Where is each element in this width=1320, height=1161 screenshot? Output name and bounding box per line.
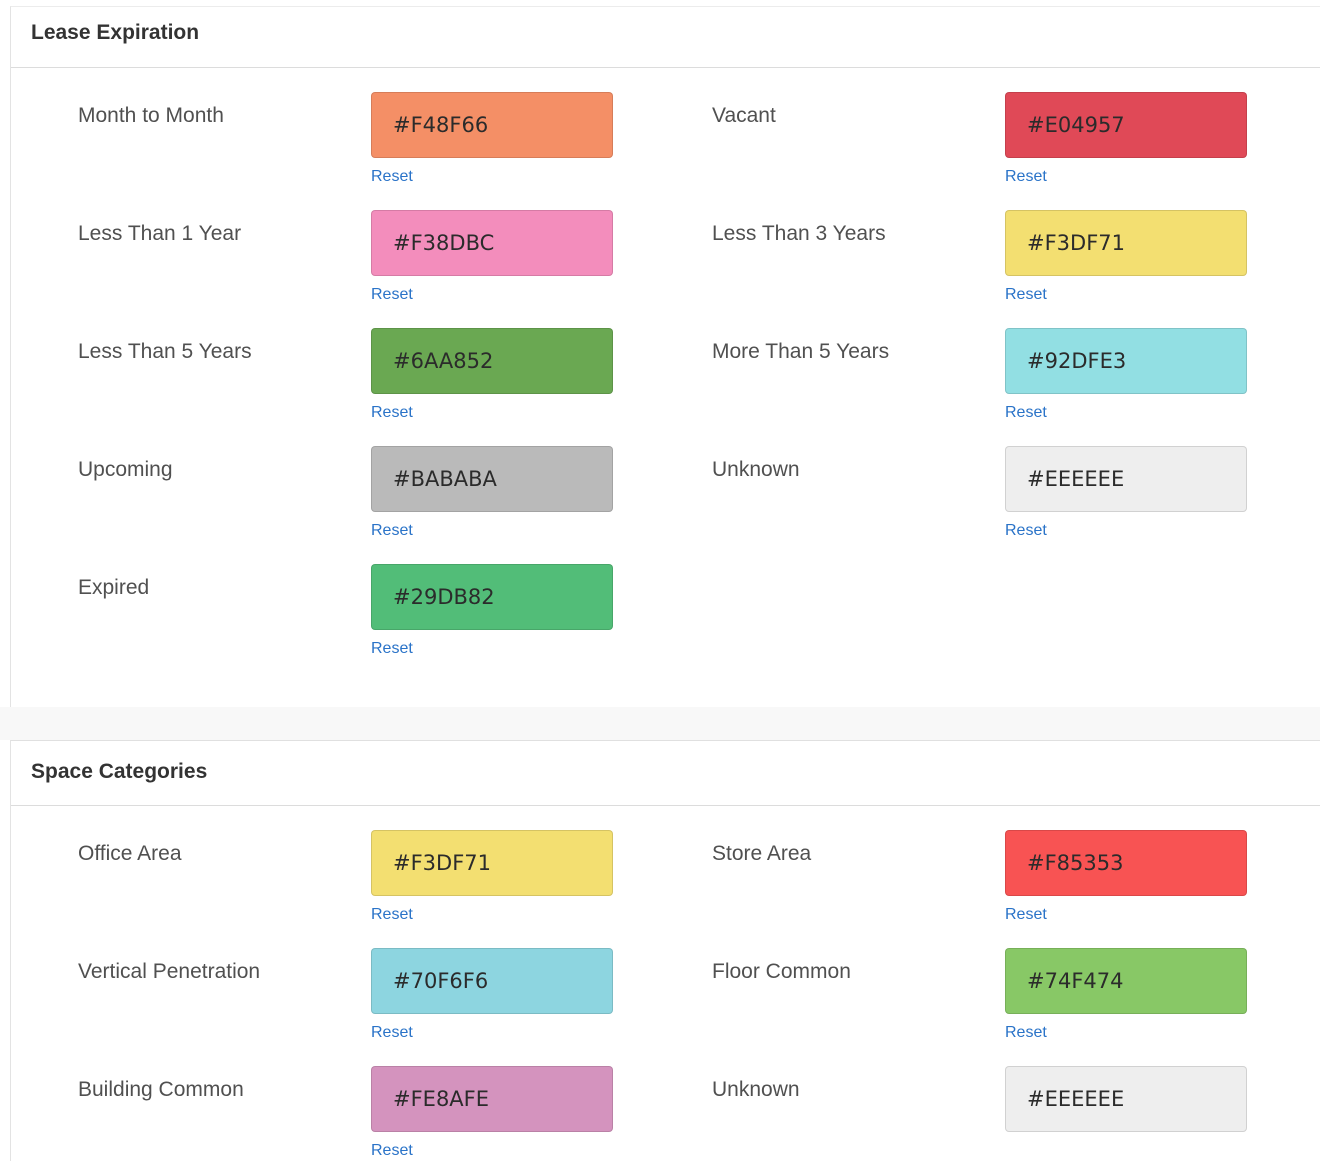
space-building-common-reset-link[interactable]: Reset — [371, 1142, 413, 1160]
space-floor-common-label: Floor Common — [712, 960, 851, 983]
lease-upcoming-reset-link[interactable]: Reset — [371, 522, 413, 540]
lease-expired-reset-link[interactable]: Reset — [371, 640, 413, 658]
space-building-common-color-input[interactable]: #FE8AFE — [371, 1066, 613, 1132]
lease-less-than-5-years-color-input[interactable]: #6AA852 — [371, 328, 613, 394]
lease-less-than-3-years-label: Less Than 3 Years — [712, 222, 886, 245]
space-office-area-color-input[interactable]: #F3DF71 — [371, 830, 613, 896]
lease-less-than-3-years-color-input[interactable]: #F3DF71 — [1005, 210, 1247, 276]
lease-vacant-label: Vacant — [712, 104, 776, 127]
space-building-common-label: Building Common — [78, 1078, 244, 1101]
space-floor-common-reset-link[interactable]: Reset — [1005, 1024, 1047, 1042]
lease-expired-label: Expired — [78, 576, 150, 599]
lease-unknown-label: Unknown — [712, 458, 800, 481]
lease-expired-color-input[interactable]: #29DB82 — [371, 564, 613, 630]
lease-expiration-title: Lease Expiration — [31, 21, 200, 44]
lease-vacant-color-input[interactable]: #E04957 — [1005, 92, 1247, 158]
space-vertical-penetration-label: Vertical Penetration — [78, 960, 261, 983]
space-store-area-label: Store Area — [712, 842, 812, 865]
section-divider — [0, 707, 1320, 740]
lease-less-than-1-year-reset-link[interactable]: Reset — [371, 286, 413, 304]
space-vertical-penetration-color-input[interactable]: #70F6F6 — [371, 948, 613, 1014]
space-categories-title: Space Categories — [31, 760, 208, 783]
space-office-area-label: Office Area — [78, 842, 182, 865]
lease-more-than-5-years-color-input[interactable]: #92DFE3 — [1005, 328, 1247, 394]
lease-upcoming-color-input[interactable]: #BABABA — [371, 446, 613, 512]
space-unknown-label: Unknown — [712, 1078, 800, 1101]
lease-month-to-month-reset-link[interactable]: Reset — [371, 168, 413, 186]
lease-expiration-header: Lease Expiration — [11, 7, 1320, 68]
lease-less-than-1-year-label: Less Than 1 Year — [78, 222, 242, 245]
space-unknown-color-input[interactable]: #EEEEEE — [1005, 1066, 1247, 1132]
lease-less-than-1-year-color-input[interactable]: #F38DBC — [371, 210, 613, 276]
lease-upcoming-label: Upcoming — [78, 458, 173, 481]
lease-month-to-month-label: Month to Month — [78, 104, 224, 127]
lease-vacant-reset-link[interactable]: Reset — [1005, 168, 1047, 186]
space-floor-common-color-input[interactable]: #74F474 — [1005, 948, 1247, 1014]
lease-unknown-reset-link[interactable]: Reset — [1005, 522, 1047, 540]
lease-more-than-5-years-label: More Than 5 Years — [712, 340, 890, 363]
space-office-area-reset-link[interactable]: Reset — [371, 906, 413, 924]
lease-month-to-month-color-input[interactable]: #F48F66 — [371, 92, 613, 158]
lease-more-than-5-years-reset-link[interactable]: Reset — [1005, 404, 1047, 422]
space-categories-header: Space Categories — [11, 741, 1320, 806]
lease-less-than-5-years-label: Less Than 5 Years — [78, 340, 252, 363]
lease-less-than-3-years-reset-link[interactable]: Reset — [1005, 286, 1047, 304]
space-store-area-color-input[interactable]: #F85353 — [1005, 830, 1247, 896]
space-store-area-reset-link[interactable]: Reset — [1005, 906, 1047, 924]
space-vertical-penetration-reset-link[interactable]: Reset — [371, 1024, 413, 1042]
lease-unknown-color-input[interactable]: #EEEEEE — [1005, 446, 1247, 512]
lease-less-than-5-years-reset-link[interactable]: Reset — [371, 404, 413, 422]
